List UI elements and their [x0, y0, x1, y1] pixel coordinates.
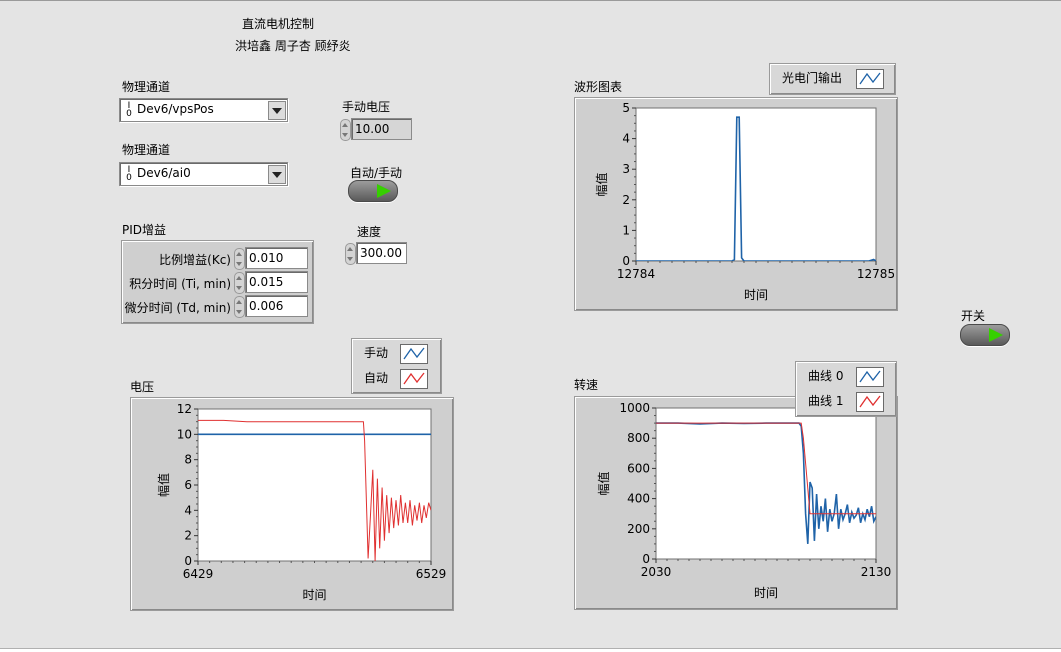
legend-label: 曲线 0: [808, 369, 844, 383]
x-tick-label: 2130: [861, 565, 892, 579]
manual-voltage-label: 手动电压: [342, 100, 391, 114]
voltage-label: 电压: [130, 380, 155, 394]
legend-line-icon: [400, 344, 428, 364]
y-tick-label: 0: [184, 554, 192, 568]
y-tick-label: 8: [184, 453, 192, 467]
plot-area: [655, 407, 877, 560]
channel2-select[interactable]: I0 Dev6/ai0: [119, 162, 288, 186]
y-tick-label: 800: [627, 431, 650, 445]
y-tick-label: 12: [177, 402, 192, 416]
kc-input[interactable]: 0.010: [245, 247, 308, 269]
top-border: [0, 0, 1061, 1]
auto-manual-toggle[interactable]: [348, 180, 398, 202]
x-axis-label: 时间: [754, 586, 778, 600]
switch-label: 开关: [961, 309, 986, 323]
speed-label: 速度: [357, 225, 382, 239]
legend-line-icon: [856, 69, 884, 89]
bottom-border: [0, 648, 1061, 652]
app-title: 直流电机控制: [242, 17, 315, 31]
legend-label: 手动: [364, 346, 389, 360]
ti-input[interactable]: 0.015: [245, 271, 308, 293]
waveform-chart-panel: 0 1 2 3 4 5 12784 12785 时间 幅值: [574, 97, 898, 311]
kc-label: 比例增益(Kc): [159, 253, 231, 267]
legend-label: 光电门输出: [782, 71, 843, 85]
waveform-chart[interactable]: 0 1 2 3 4 5 12784 12785 时间 幅值: [575, 98, 897, 310]
led-indicator-icon: [989, 328, 1003, 342]
td-input[interactable]: 0.006: [245, 295, 308, 317]
chevron-down-icon[interactable]: [268, 101, 286, 120]
y-tick-label: 2: [622, 193, 630, 207]
led-indicator-icon: [377, 184, 391, 198]
stepper-icon[interactable]: [345, 243, 356, 265]
rpm-chart[interactable]: 0 200 400 600 800 1000 2030 2130 时间 幅值: [575, 397, 897, 609]
legend-item[interactable]: 手动: [364, 342, 388, 364]
legend-line-icon: [856, 392, 884, 412]
y-tick-label: 5: [622, 101, 630, 115]
channel1-value: Dev6/vpsPos: [137, 102, 214, 116]
authors-label: 洪培鑫 周子杏 顾纾炎: [235, 39, 351, 53]
rpm-chart-panel: 0 200 400 600 800 1000 2030 2130 时间 幅值: [574, 396, 898, 610]
manual-voltage-input[interactable]: 10.00: [351, 118, 412, 140]
stepper-icon[interactable]: [340, 119, 351, 141]
channel1-label: 物理通道: [122, 80, 171, 94]
y-tick-label: 200: [627, 522, 650, 536]
y-tick-label: 1000: [619, 401, 650, 415]
ti-label: 积分时间 (Ti, min): [129, 277, 231, 291]
legend-item[interactable]: 光电门输出: [782, 67, 842, 89]
auto-manual-label: 自动/手动: [350, 166, 403, 180]
x-tick-label: 6429: [183, 567, 214, 581]
x-tick-label: 12785: [857, 267, 895, 281]
rpm-legend[interactable]: 曲线 0 曲线 1: [795, 361, 897, 417]
y-tick-label: 600: [627, 461, 650, 475]
y-tick-label: 0: [622, 254, 630, 268]
y-tick-label: 4: [184, 503, 192, 517]
y-tick-label: 0: [642, 552, 650, 566]
y-axis-label: 幅值: [156, 473, 171, 497]
waveform-legend[interactable]: 光电门输出: [769, 63, 896, 95]
legend-line-icon: [400, 369, 428, 389]
y-tick-label: 6: [184, 478, 192, 492]
channel2-label: 物理通道: [122, 143, 171, 157]
rpm-label: 转速: [574, 378, 599, 392]
y-tick-label: 2: [184, 529, 192, 543]
waveform-label: 波形图表: [574, 80, 623, 94]
switch-toggle[interactable]: [960, 324, 1010, 346]
plot-area: [197, 408, 432, 562]
x-axis-label: 时间: [302, 588, 326, 602]
channel1-select[interactable]: I0 Dev6/vpsPos: [119, 98, 288, 122]
td-label: 微分时间 (Td, min): [124, 301, 231, 315]
x-tick-label: 2030: [641, 565, 672, 579]
voltage-legend[interactable]: 手动 自动: [351, 338, 442, 394]
pid-label: PID增益: [122, 223, 167, 237]
speed-input[interactable]: 300.00: [356, 242, 407, 264]
legend-item[interactable]: 曲线 0: [808, 365, 843, 387]
legend-line-icon: [856, 367, 884, 387]
voltage-chart[interactable]: 0 2 4 6 8 10 12 6429 6529 时间 幅值: [131, 398, 453, 610]
x-tick-label: 6529: [416, 567, 447, 581]
plot-area: [635, 107, 877, 262]
y-axis-label: 幅值: [594, 172, 609, 196]
channel2-value: Dev6/ai0: [137, 166, 191, 180]
y-tick-label: 4: [622, 132, 630, 146]
y-tick-label: 1: [622, 223, 630, 237]
legend-label: 自动: [364, 371, 389, 385]
stepper-icon[interactable]: [234, 272, 245, 294]
chevron-down-icon[interactable]: [268, 165, 286, 184]
legend-label: 曲线 1: [808, 394, 844, 408]
stepper-icon[interactable]: [234, 248, 245, 270]
x-axis-label: 时间: [744, 288, 768, 302]
y-tick-label: 10: [177, 427, 192, 441]
io-icon: I0: [126, 165, 132, 183]
voltage-chart-panel: 0 2 4 6 8 10 12 6429 6529 时间 幅值: [130, 397, 454, 611]
y-tick-label: 400: [627, 492, 650, 506]
legend-item[interactable]: 曲线 1: [808, 390, 843, 412]
legend-item[interactable]: 自动: [364, 367, 388, 389]
pid-cluster: 比例增益(Kc) 0.010 积分时间 (Ti, min) 0.015 微分时间…: [121, 240, 314, 324]
y-axis-label: 幅值: [596, 471, 611, 495]
io-icon: I0: [126, 101, 132, 119]
y-tick-label: 3: [622, 162, 630, 176]
stepper-icon[interactable]: [234, 296, 245, 318]
x-tick-label: 12784: [617, 267, 655, 281]
